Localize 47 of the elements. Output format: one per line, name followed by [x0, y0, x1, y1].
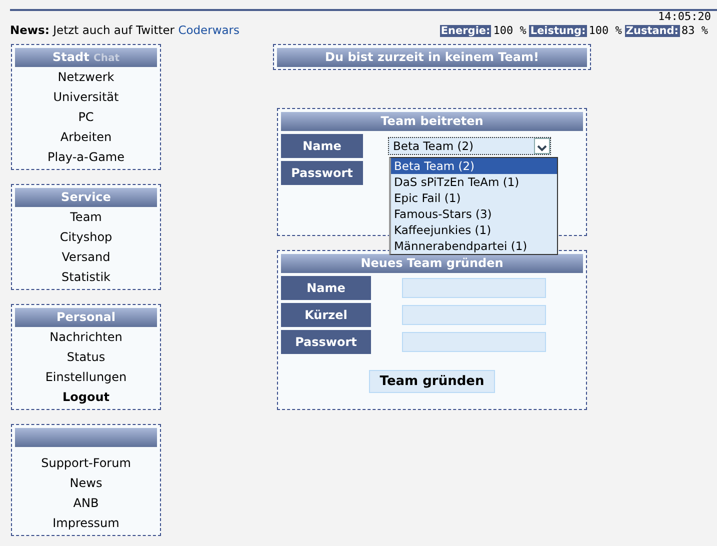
- dropdown-option[interactable]: Epic Fail (1): [391, 190, 557, 206]
- sidebar-link[interactable]: Einstellungen: [15, 366, 157, 387]
- sidebar-link[interactable]: Arbeiten: [15, 126, 157, 147]
- sidebar-link[interactable]: Impressum: [15, 512, 157, 533]
- sidebar-link[interactable]: Play-a-Game: [15, 146, 157, 167]
- sidebar-link[interactable]: Support-Forum: [15, 452, 157, 473]
- stat-value: 83 %: [682, 24, 708, 37]
- news-text: News: Jetzt auch auf Twitter Coderwars: [10, 23, 240, 37]
- dropdown-option[interactable]: Männerabendpartei (1): [391, 238, 557, 254]
- twitter-link[interactable]: Coderwars: [178, 23, 240, 37]
- section-heading: Team beitreten: [281, 112, 583, 131]
- stat-label: Zustand:: [624, 25, 680, 37]
- sidebar-heading: Service: [15, 188, 157, 207]
- field-label: Kürzel: [281, 302, 371, 327]
- sidebar-heading: Stadt: [52, 50, 90, 64]
- sidebar-link[interactable]: Cityshop: [15, 226, 157, 247]
- sidebar-link[interactable]: Versand: [15, 246, 157, 267]
- stat-value: 100 %: [588, 24, 622, 37]
- sidebar-link[interactable]: Status: [15, 346, 157, 367]
- sidebar-link[interactable]: PC: [15, 106, 157, 127]
- dropdown-option[interactable]: Famous-Stars (3): [391, 206, 557, 222]
- sidebar-link[interactable]: Team: [15, 206, 157, 227]
- dropdown-option[interactable]: Kaffeejunkies (1): [391, 222, 557, 238]
- clock: 14:05:20: [657, 11, 712, 22]
- stat-label: Energie:: [440, 25, 492, 37]
- section-heading: Neues Team gründen: [281, 254, 583, 273]
- sidebar-link[interactable]: Netzwerk: [15, 66, 157, 87]
- field-label: Passwort: [281, 330, 371, 354]
- input-field[interactable]: [402, 332, 546, 352]
- field-label: Passwort: [281, 160, 363, 185]
- input-field[interactable]: [402, 278, 546, 298]
- dropdown-option[interactable]: DaS sPiTzEn TeAm (1): [391, 174, 557, 190]
- sidebar-link[interactable]: Logout: [15, 386, 157, 407]
- create-team-button[interactable]: Team gründen: [368, 370, 496, 394]
- input-field[interactable]: [402, 304, 546, 325]
- sidebar-heading: Personal: [15, 308, 157, 327]
- field-label: Name: [281, 134, 363, 158]
- stat-value: 100 %: [493, 24, 526, 37]
- stat-label: Leistung:: [529, 25, 587, 37]
- sidebar-link[interactable]: Nachrichten: [15, 326, 157, 347]
- status-heading: Du bist zurzeit in keinem Team!: [277, 48, 587, 67]
- sidebar-link[interactable]: ANB: [15, 492, 157, 513]
- sidebar-link[interactable]: News: [15, 472, 157, 493]
- dropdown-option[interactable]: Beta Team (2): [391, 158, 557, 174]
- sidebar-link[interactable]: Universität: [15, 86, 157, 107]
- field-label: Name: [281, 276, 371, 300]
- sidebar-link[interactable]: Statistik: [15, 266, 157, 287]
